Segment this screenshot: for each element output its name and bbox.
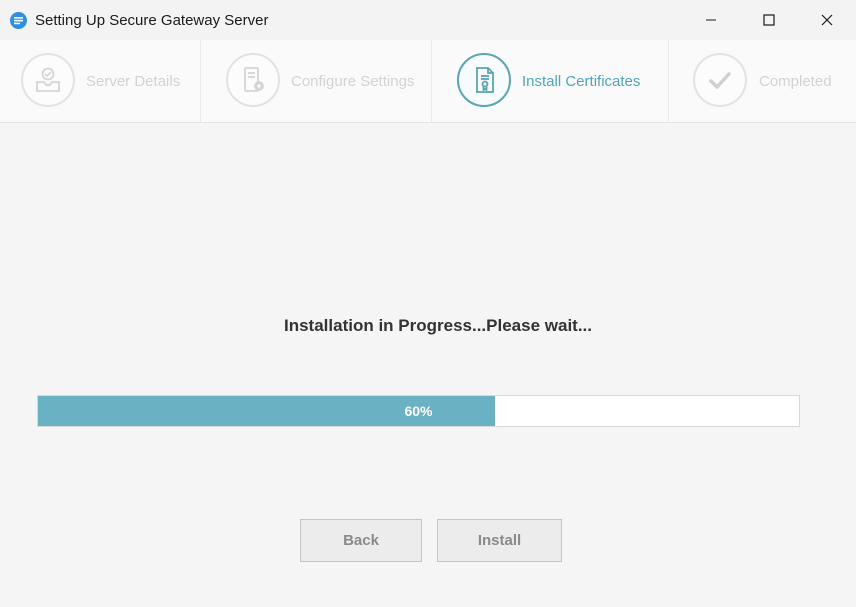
minimize-icon <box>706 19 716 21</box>
title-bar: Setting Up Secure Gateway Server <box>0 0 856 40</box>
certificate-icon <box>457 53 511 107</box>
close-button[interactable] <box>798 0 856 40</box>
install-button[interactable]: Install <box>437 519 562 562</box>
maximize-icon <box>763 14 775 26</box>
step-label-configure-settings: Configure Settings <box>291 73 415 90</box>
app-icon <box>10 12 27 29</box>
minimize-button[interactable] <box>682 0 740 40</box>
step-completed: Completed <box>669 40 856 122</box>
progress-percent: 60% <box>404 403 433 419</box>
progress-bar: 60% <box>37 395 800 427</box>
step-server-details: Server Details <box>0 40 200 122</box>
close-icon <box>821 14 833 26</box>
step-label-install-certificates: Install Certificates <box>522 73 641 90</box>
wizard-steps: Server Details Configure Settings Instal… <box>0 40 856 123</box>
step-label-server-details: Server Details <box>86 73 181 90</box>
status-message: Installation in Progress...Please wait..… <box>284 316 592 335</box>
maximize-button[interactable] <box>740 0 798 40</box>
server-gear-icon <box>226 53 280 107</box>
window-title: Setting Up Secure Gateway Server <box>35 12 269 29</box>
step-configure-settings: Configure Settings <box>201 40 431 122</box>
step-install-certificates: Install Certificates <box>432 40 668 122</box>
inbox-check-icon <box>21 53 75 107</box>
step-label-completed: Completed <box>759 73 832 90</box>
back-button[interactable]: Back <box>300 519 422 562</box>
checkmark-icon <box>693 53 747 107</box>
